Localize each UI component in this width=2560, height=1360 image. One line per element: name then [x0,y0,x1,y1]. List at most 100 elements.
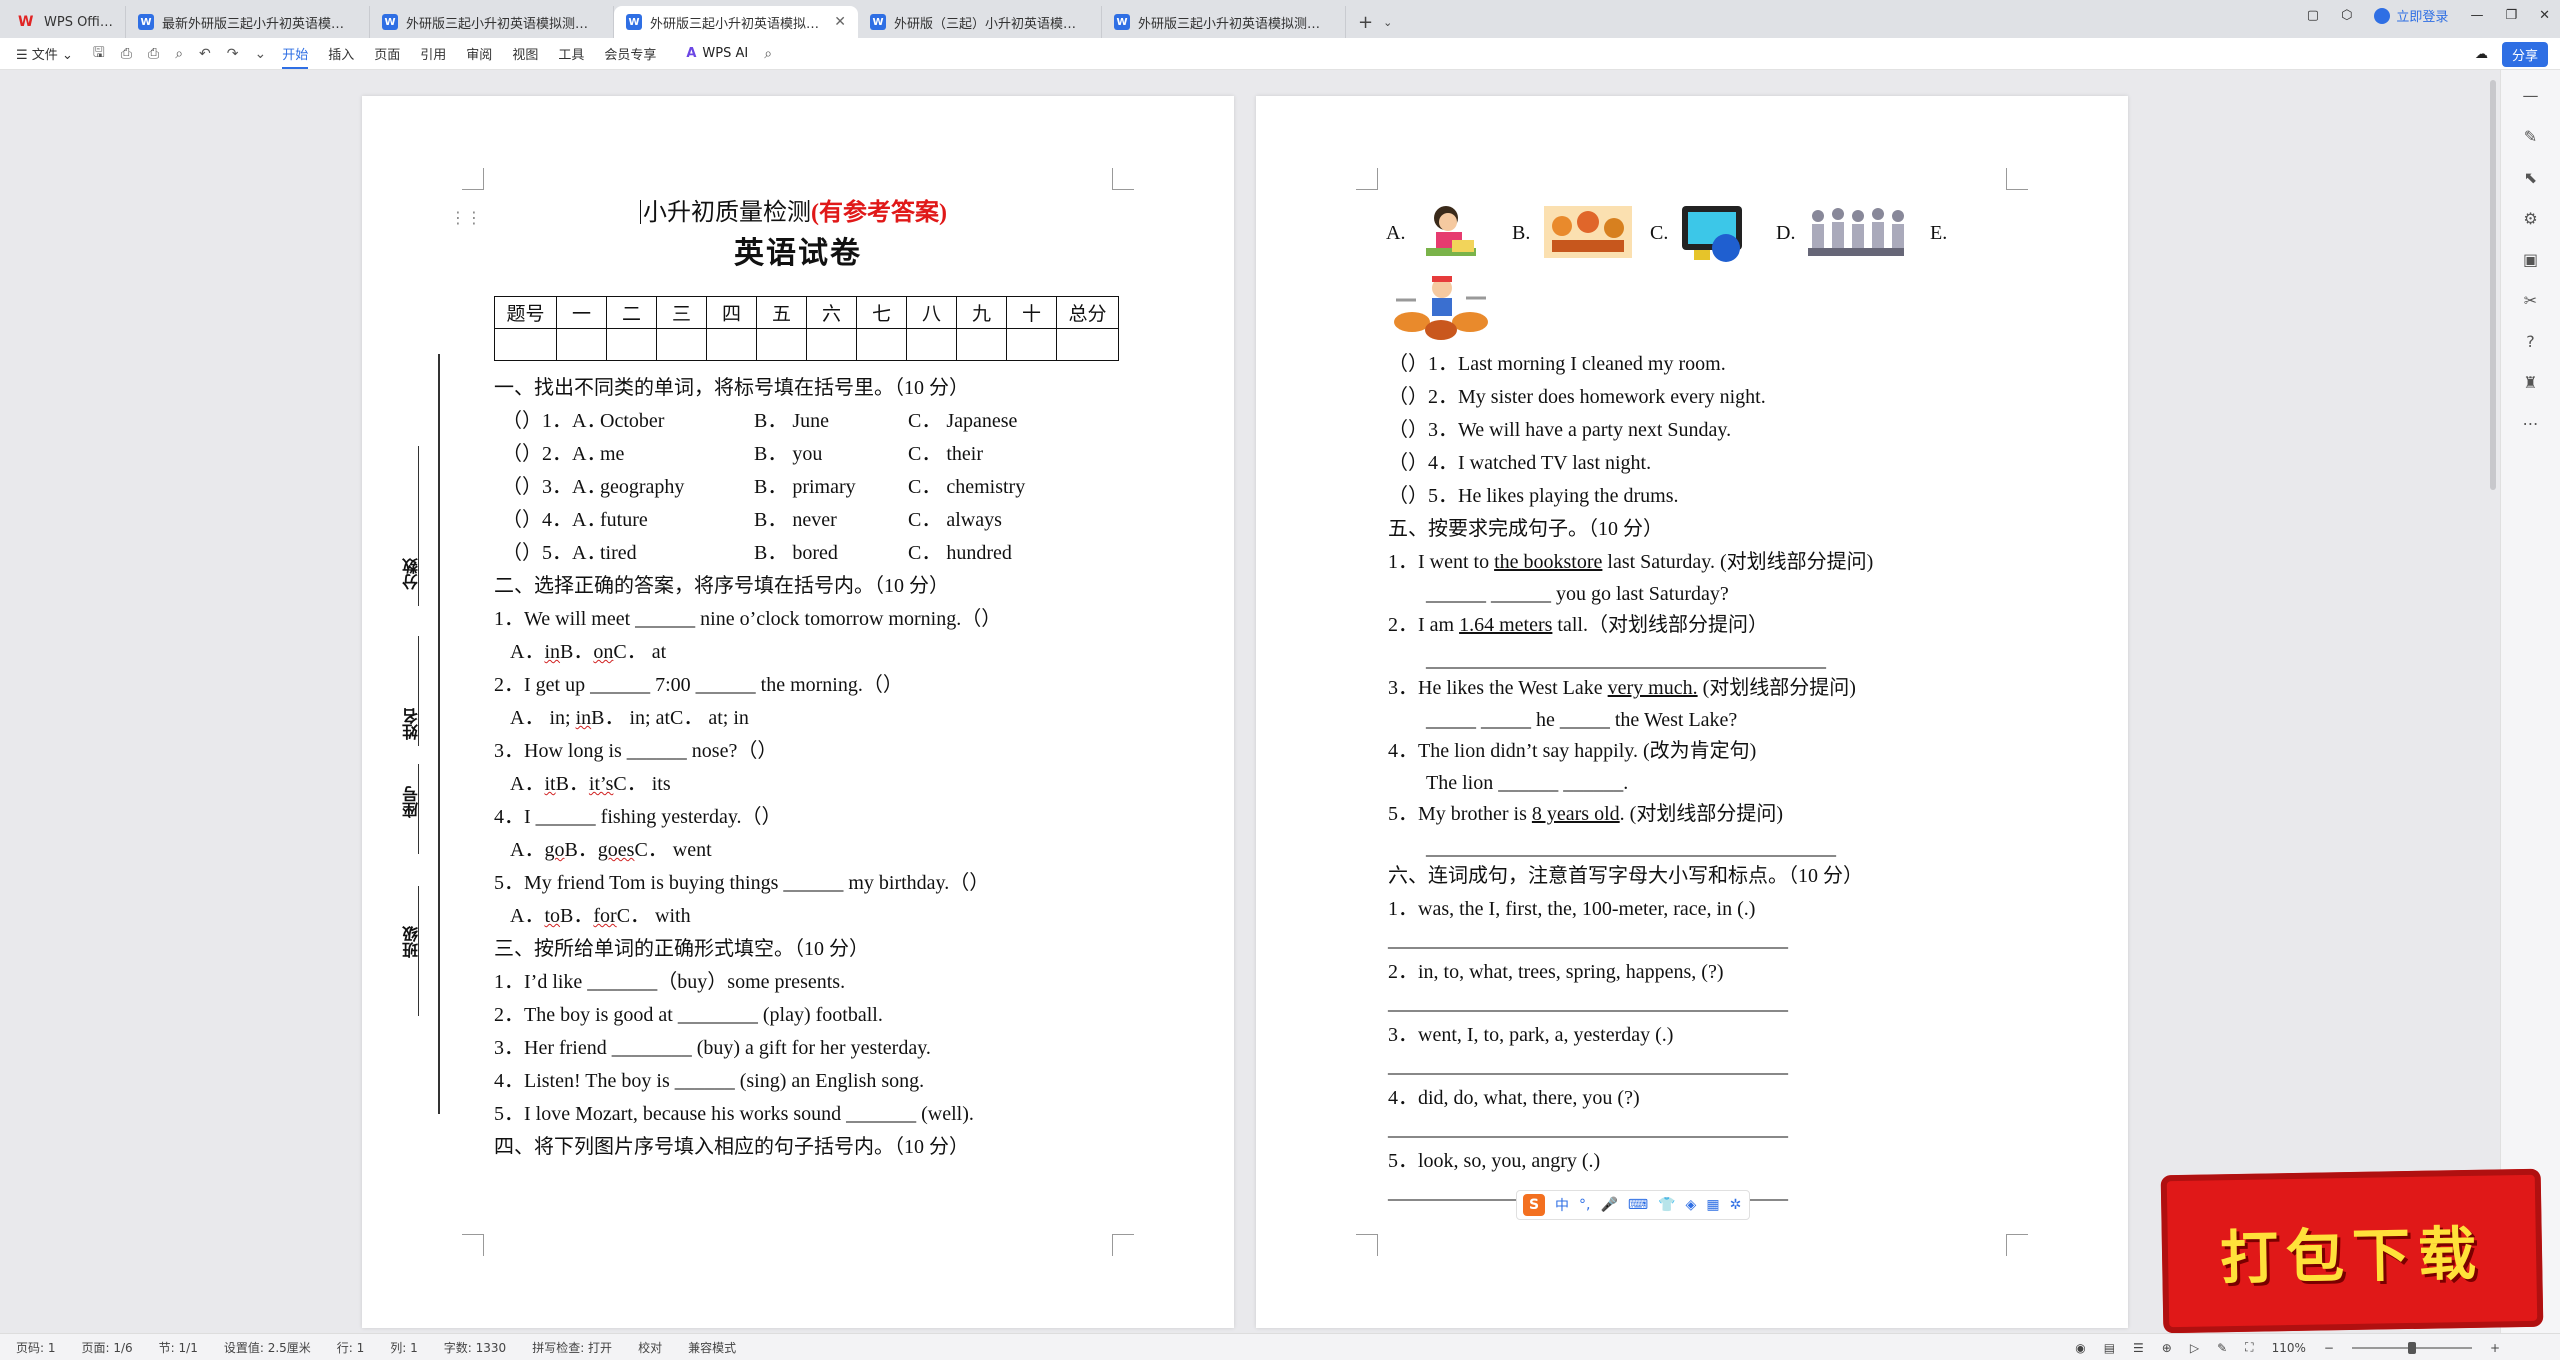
print-icon[interactable]: ⎙ [148,46,159,62]
status-pages[interactable]: 页面: 1/6 [82,1339,133,1356]
tab-document-1[interactable]: W 最新外研版三起小升初英语模拟测试卷 [126,6,370,38]
print-preview-icon[interactable]: ⌕ [175,46,183,62]
menu-member[interactable]: 会员专享 [604,44,656,63]
zoom-level[interactable]: 110% [2272,1341,2306,1355]
collapse-icon[interactable]: — [2523,86,2539,105]
eye-icon[interactable]: ◉ [2075,1341,2085,1355]
save-icon[interactable]: 🖫 [93,42,105,66]
menu-home[interactable]: 开始 [282,44,309,69]
s2-question-5: 5．My friend Tom is buying things ______ … [494,872,990,894]
page-corner-mark [1112,1234,1134,1256]
s6-blank-1: ________________________________________ [1388,929,1788,951]
settings-icon[interactable]: ⚙ [2523,209,2537,228]
menu-page[interactable]: 页面 [374,44,400,63]
option-word: on [593,641,614,663]
score-cell[interactable] [556,328,607,361]
document-page-2[interactable]: A. B. C. D. E. （）1．Last morning I cleane… [1256,96,2128,1328]
login-button[interactable]: 立即登录 [2374,6,2448,25]
menu-reference[interactable]: 引用 [420,44,446,63]
page-view-icon[interactable]: ▤ [2104,1341,2115,1355]
input-method-bar[interactable]: S 中 °, 🎤 ⌨ 👕 ◈ ▦ ✲ [1516,1190,1750,1220]
score-cell[interactable] [656,328,707,361]
option-word: it’s [588,773,614,795]
drag-handle-icon[interactable]: ⋮⋮ [450,208,482,227]
score-cell[interactable] [606,328,657,361]
margin-label-class: 班级 [402,926,421,958]
layout-view-icon[interactable]: ☰ [2133,1341,2144,1355]
ime-settings-icon[interactable]: ✲ [1730,1197,1742,1213]
export-icon[interactable]: ⎙ [121,46,132,62]
close-tab-icon[interactable]: ✕ [834,14,846,30]
new-tab-button[interactable]: + ⌄ [1346,6,1404,38]
status-words[interactable]: 字数: 1330 [444,1339,506,1356]
score-cell[interactable] [706,328,757,361]
download-stamp-banner[interactable]: 打包下载 [2160,1168,2544,1334]
score-cell[interactable] [494,328,557,361]
gamepad-icon[interactable]: ◈ [1686,1197,1697,1213]
zoom-slider[interactable] [2351,1341,2472,1354]
score-value-row [494,328,1119,361]
select-icon[interactable]: ⬉ [2524,168,2537,187]
document-page-1[interactable]: ⋮⋮ 小升初质量检测(有参考答案) 英语试卷 题号 一 二 三 四 五 六 七 … [362,96,1234,1328]
web-view-icon[interactable]: ⊕ [2162,1341,2172,1355]
score-cell[interactable] [756,328,807,361]
more-chevron-icon[interactable]: ⌄ [255,46,267,62]
fit-page-icon[interactable]: ⛶ [2245,1340,2253,1355]
help-icon[interactable]: ? [2526,332,2535,351]
edit-mode-icon[interactable]: ✎ [2217,1341,2227,1355]
menu-view[interactable]: 视图 [512,44,538,63]
tab-document-4[interactable]: W 外研版（三起）小升初英语模拟试卷 [858,6,1102,38]
image-edit-icon[interactable]: ▣ [2523,250,2538,269]
skin-icon[interactable]: 👕 [1658,1197,1675,1213]
search-icon[interactable]: ⌕ [764,46,772,62]
tools-icon[interactable]: ✂ [2524,291,2537,310]
wps-ai-button[interactable]: A WPS AI [686,46,748,61]
s6-item-5: 5．look, so, you, angry (.) [1388,1150,1601,1172]
status-proof[interactable]: 校对 [638,1339,662,1356]
title-text: 小升初质量检测 [643,200,811,226]
minimize-icon[interactable]: — [2470,8,2483,23]
close-window-icon[interactable]: ✕ [2539,8,2550,23]
score-cell[interactable] [856,328,907,361]
status-setting[interactable]: 设置值: 2.5厘米 [224,1339,311,1356]
score-cell[interactable] [806,328,857,361]
share-button[interactable]: 分享 [2501,42,2548,67]
file-menu[interactable]: ☰ 文件 ⌄ [16,44,73,63]
shirt-icon[interactable]: ♜ [2523,373,2537,392]
zoom-slider-knob[interactable] [2407,1341,2416,1354]
party-picture-icon [1542,200,1634,264]
menu-tools[interactable]: 工具 [558,44,584,63]
keyboard-icon[interactable]: ⌨ [1628,1197,1648,1213]
score-cell[interactable] [956,328,1007,361]
plus-icon[interactable]: + [1358,12,1373,33]
margin-label-name: 姓名 [402,708,421,740]
restore-icon[interactable]: ❐ [2505,8,2517,23]
cube-icon[interactable]: ⬡ [2341,8,2352,23]
layout-icon[interactable]: ▢ [2307,8,2319,23]
menu-review[interactable]: 审阅 [466,44,492,63]
microphone-icon[interactable]: 🎤 [1600,1197,1617,1213]
apps-icon[interactable]: ▦ [1706,1197,1719,1213]
undo-icon[interactable]: ↶ [199,46,211,62]
vertical-scrollbar[interactable] [2490,80,2496,490]
menu-insert[interactable]: 插入 [328,44,354,63]
pen-icon[interactable]: ✎ [2524,127,2537,146]
redo-icon[interactable]: ↷ [227,46,239,62]
ime-mode[interactable]: 中 [1555,1195,1569,1215]
read-mode-icon[interactable]: ▷ [2190,1341,2199,1355]
status-spellcheck[interactable]: 拼写检查: 打开 [532,1339,612,1356]
tab-document-5[interactable]: W 外研版三起小升初英语模拟测试卷（含 [1102,6,1346,38]
tab-document-3-active[interactable]: W 外研版三起小升初英语模拟测试卷 ✕ [614,6,858,38]
zoom-out-icon[interactable]: − [2324,1341,2334,1355]
q2-option-b: B． you [754,443,823,465]
cloud-icon[interactable]: ☁ [2475,47,2488,62]
score-cell[interactable] [906,328,957,361]
score-cell[interactable] [1056,328,1119,361]
punctuation-icon[interactable]: °, [1579,1197,1590,1213]
score-cell[interactable] [1006,328,1057,361]
more-icon[interactable]: ⋯ [2523,414,2539,433]
chevron-down-icon[interactable]: ⌄ [1383,16,1392,29]
zoom-in-icon[interactable]: + [2490,1341,2500,1355]
tab-document-2[interactable]: W 外研版三起小升初英语模拟测试卷（含 [370,6,614,38]
tab-home[interactable]: W WPS Office [6,6,126,38]
